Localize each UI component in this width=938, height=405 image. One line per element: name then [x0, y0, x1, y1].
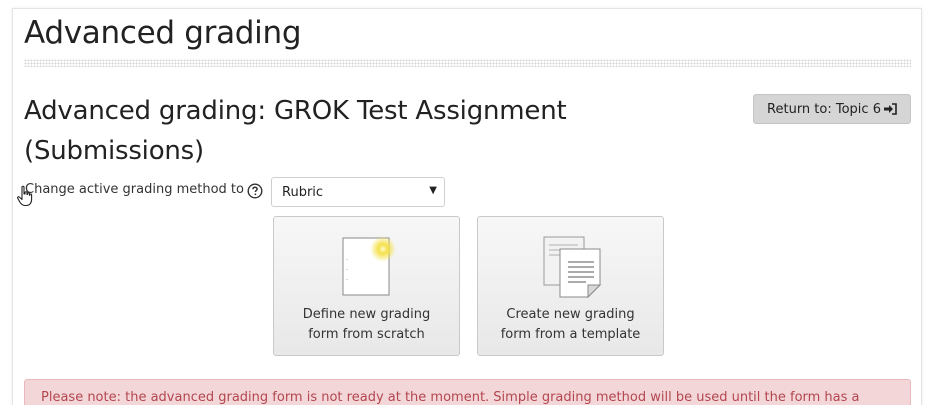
grading-method-label: Change active grading method to: [25, 182, 244, 197]
question-circle-icon[interactable]: [247, 183, 263, 199]
return-to-topic-button[interactable]: Return to: Topic 6: [753, 94, 911, 124]
grading-form-not-ready-alert: Please note: the advanced grading form i…: [24, 379, 911, 405]
page-frame: Advanced grading Advanced grading: GROK …: [12, 8, 922, 405]
define-from-scratch-label: Define new grading form from scratch: [302, 307, 431, 342]
grading-method-selected: Rubric: [282, 184, 324, 200]
stacked-documents-icon: [538, 235, 604, 303]
create-from-template-button[interactable]: Create new grading form from a template: [477, 216, 664, 356]
page-title: Advanced grading: [24, 15, 302, 51]
define-from-scratch-button[interactable]: Define new grading form from scratch: [273, 216, 460, 356]
blank-document-icon: [335, 235, 399, 303]
sign-in-icon: [883, 103, 897, 115]
hand-pointer-cursor-icon: [16, 185, 34, 207]
caret-down-icon: ▼: [429, 185, 437, 196]
return-button-label: Return to: Topic 6: [767, 101, 881, 117]
grading-method-select[interactable]: Rubric ▼: [271, 177, 445, 207]
section-divider: [24, 59, 911, 67]
create-from-template-label: Create new grading form from a template: [500, 307, 641, 342]
assignment-heading: Advanced grading: GROK Test Assignment (…: [24, 96, 567, 166]
